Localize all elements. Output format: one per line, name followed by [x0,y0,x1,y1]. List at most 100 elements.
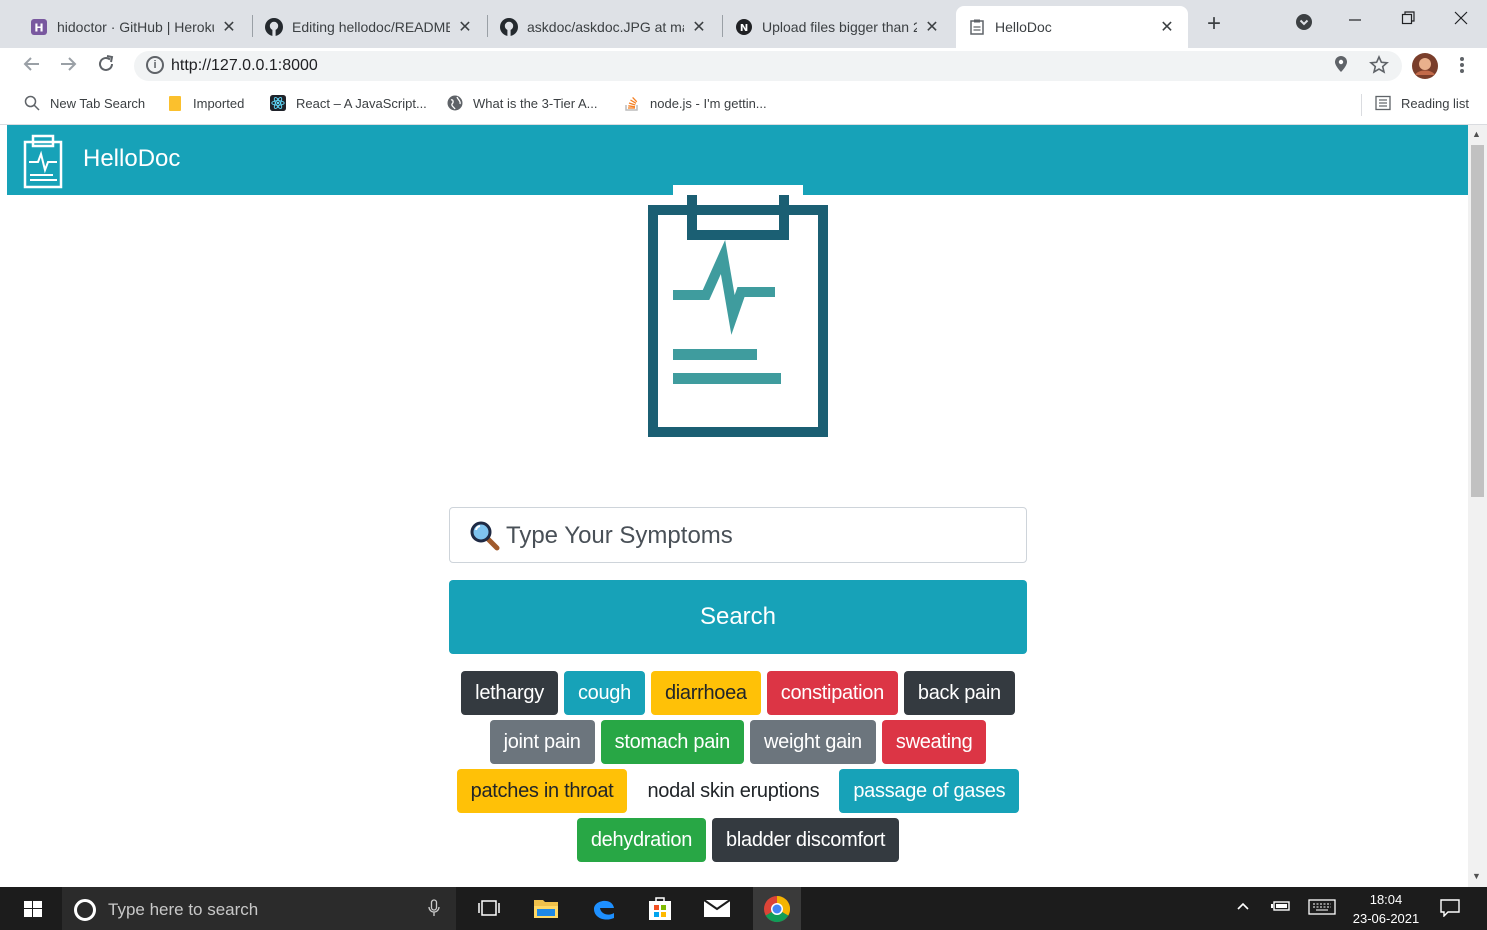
location-pin-icon[interactable] [1333,55,1349,80]
url-text[interactable]: http://127.0.0.1:8000 [171,57,318,75]
menu-dots-icon[interactable] [1459,55,1465,80]
back-arrow-icon[interactable] [20,54,44,78]
bookmark-label: node.js - I'm gettin... [650,95,767,111]
restore-icon[interactable] [1393,8,1423,33]
symptom-tag[interactable]: lethargy [461,671,558,715]
mail-icon[interactable] [702,893,732,923]
search-button[interactable]: Search [449,580,1027,654]
symptom-tag[interactable]: patches in throat [456,769,628,813]
scroll-down-icon[interactable]: ▼ [1472,871,1481,881]
symptom-tag[interactable]: passage of gases [839,769,1020,813]
bookmark-3-tier[interactable]: What is the 3-Tier A... [447,95,598,111]
tab-heroku[interactable]: H hidoctor · GitHub | Heroku ✕ [18,6,250,48]
notion-icon: N [735,18,753,36]
clock-date: 23-06-2021 [1352,911,1420,926]
store-icon[interactable] [645,893,675,923]
symptom-search-field[interactable] [449,507,1027,563]
symptom-tag[interactable]: stomach pain [600,720,744,764]
close-window-icon[interactable] [1446,8,1476,33]
symptom-tag[interactable]: bladder discomfort [712,818,900,862]
hellodoc-page: HelloDoc Search lethargycoughdiarrhoeaco… [7,125,1468,887]
edge-icon[interactable] [589,893,619,923]
bookmark-imported[interactable]: Imported [167,95,244,111]
cortana-icon[interactable] [74,899,96,921]
close-tab-icon[interactable]: ✕ [923,17,941,37]
symptom-tag-row: joint pain stomach pain weight gain sweatin… [449,720,1027,764]
symptom-tag[interactable]: sweating [881,720,987,764]
microphone-icon[interactable] [428,899,440,922]
reading-list-button[interactable]: Reading list [1375,95,1469,111]
tab-github-askdoc[interactable]: askdoc/askdoc.JPG at mai ✕ [488,6,720,48]
stackoverflow-icon [624,95,640,111]
taskbar-search-placeholder: Type here to search [108,900,259,919]
tab-title: Upload files bigger than 2 [762,19,917,35]
notification-icon[interactable] [1440,899,1460,920]
bookmark-react[interactable]: React – A JavaScript... [270,95,427,111]
bookmark-label: New Tab Search [50,95,146,111]
address-bar[interactable]: i http://127.0.0.1:8000 [134,51,1402,81]
show-hidden-icons[interactable] [1236,899,1250,916]
symptom-tag[interactable]: weight gain [749,720,876,764]
symptom-search-input[interactable] [506,516,1006,556]
tab-notion-upload[interactable]: N Upload files bigger than 2 ✕ [723,6,953,48]
brand-clipboard-icon[interactable] [23,133,63,189]
keyboard-icon[interactable] [1308,899,1336,918]
browser-tab-strip: H hidoctor · GitHub | Heroku ✕ Editing h… [0,0,1487,48]
forward-arrow-icon[interactable] [56,54,80,78]
bookmark-new-tab-search[interactable]: New Tab Search [24,95,145,111]
tab-hellodoc[interactable]: HelloDoc ✕ [956,6,1188,48]
symptom-tag-row: dehydration bladder discomfort [449,818,1027,862]
reading-list-icon [1375,95,1391,111]
magnifier-icon [470,521,500,551]
taskbar-search-box[interactable]: Type here to search [62,887,456,930]
symptom-tag[interactable]: diarrhoea [650,671,761,715]
avatar[interactable] [1412,53,1438,84]
file-explorer-icon[interactable] [531,893,561,923]
tab-title: Editing hellodoc/README [292,19,450,35]
clock-time: 18:04 [1369,892,1403,907]
tab-title: hidoctor · GitHub | Heroku [57,19,214,35]
brand-name[interactable]: HelloDoc [83,145,180,173]
battery-icon[interactable] [1270,899,1292,916]
bookmark-label: Imported [193,95,245,111]
react-icon [270,95,286,111]
symptom-tag[interactable]: cough [563,671,645,715]
close-tab-icon[interactable]: ✕ [456,17,474,37]
symptom-tag[interactable]: back pain [903,671,1015,715]
screen: H hidoctor · GitHub | Heroku ✕ Editing h… [0,0,1487,930]
bookmark-label: React – A JavaScript... [296,95,427,111]
task-view-icon[interactable] [474,893,504,923]
page-scrollbar[interactable]: ▲ ▼ [1468,125,1487,887]
symptom-tag[interactable]: dehydration [576,818,707,862]
symptom-tags: lethargy cough diarrhoea constipation back p… [449,671,1027,867]
svg-text:N: N [740,23,748,34]
bookmark-label: What is the 3-Tier A... [473,95,598,111]
bookmark-star-icon[interactable] [1369,55,1389,80]
tab-title: askdoc/askdoc.JPG at mai [527,19,684,35]
symptom-tag[interactable]: nodal skin eruptions [633,769,834,813]
bookmark-nodejs[interactable]: node.js - I'm gettin... [624,95,767,111]
symptom-tag[interactable]: constipation [766,671,898,715]
folder-icon [167,95,183,111]
reload-icon[interactable] [94,54,118,78]
site-info-icon[interactable]: i [146,56,164,74]
scroll-thumb[interactable] [1471,145,1484,497]
globe-icon [447,95,463,111]
new-tab-button[interactable]: + [1200,10,1228,38]
bookmarks-separator [1361,94,1362,116]
windows-start-icon[interactable] [24,901,42,917]
system-clock[interactable]: 18:04 23-06-2021 [1350,890,1422,928]
browser-toolbar: i http://127.0.0.1:8000 [0,48,1487,85]
chrome-icon[interactable] [753,887,801,930]
close-tab-icon[interactable]: ✕ [690,17,708,37]
tab-search-icon[interactable] [1289,12,1319,37]
github-icon [500,18,518,36]
symptom-tag[interactable]: joint pain [489,720,595,764]
minimize-icon[interactable] [1340,8,1370,33]
close-tab-icon[interactable]: ✕ [1158,17,1176,37]
tab-github-readme[interactable]: Editing hellodoc/README ✕ [253,6,486,48]
search-icon [24,95,40,111]
scroll-up-icon[interactable]: ▲ [1472,129,1481,139]
heroku-icon: H [30,18,48,36]
close-tab-icon[interactable]: ✕ [220,17,238,37]
